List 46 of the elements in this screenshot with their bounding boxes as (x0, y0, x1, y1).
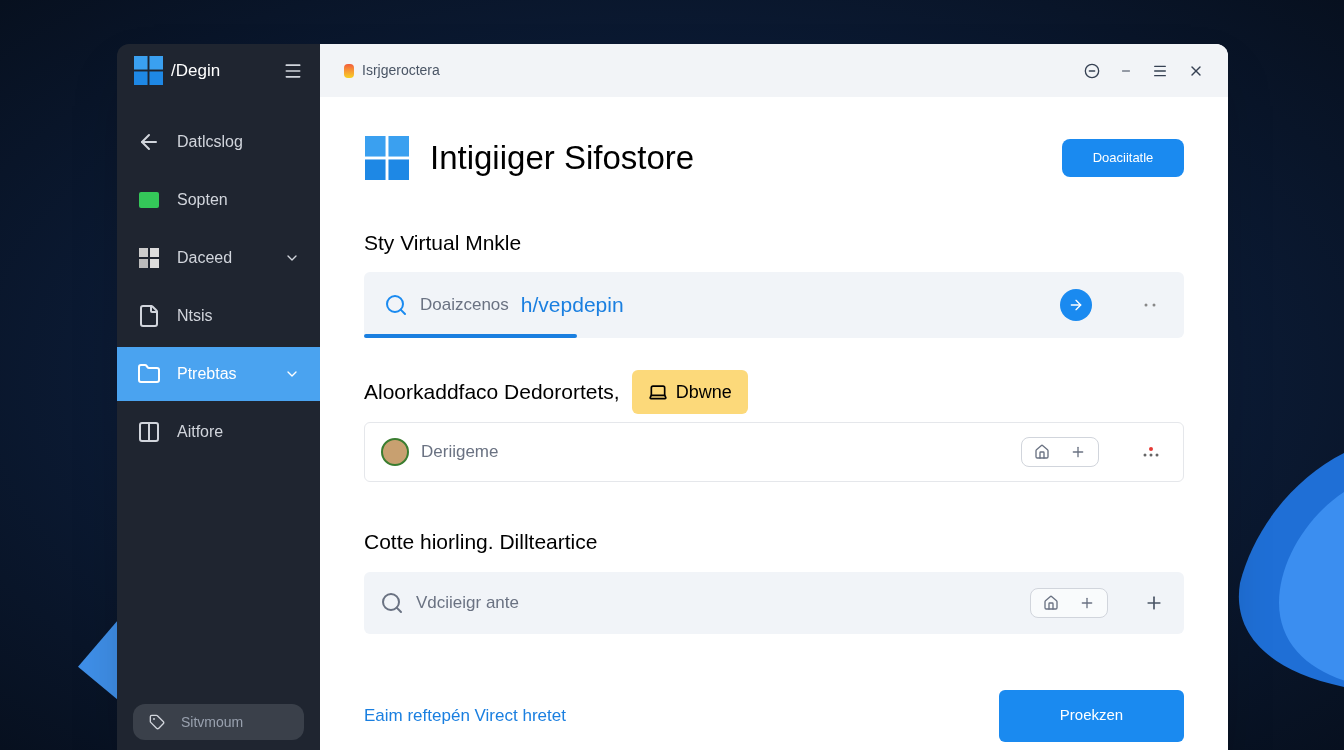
sidebar-item[interactable]: Aitfore (117, 405, 320, 459)
sidebar-item[interactable]: Daceed (117, 231, 320, 285)
arrow-icon (1068, 297, 1084, 313)
footer-link[interactable]: Eaim reftepén Virect hretet (364, 702, 999, 729)
folder-icon (137, 362, 161, 386)
columns-icon (137, 420, 161, 444)
primary-button[interactable]: Doaciitatle (1062, 138, 1184, 177)
row-label: Deriigeme (421, 441, 500, 464)
plus-icon (1070, 444, 1086, 460)
logo-icon (364, 135, 410, 180)
minimize-circle-icon[interactable] (1084, 62, 1100, 79)
search-icon (380, 590, 404, 615)
section-heading: Aloorkaddfaco Dedorortets, (364, 379, 620, 406)
window-title: Isrjgeroctera (362, 61, 441, 80)
section-heading: Sty Virtual Mnkle (364, 229, 523, 256)
status-badge: Dbwne (631, 370, 748, 414)
tag-icon (149, 714, 165, 730)
page-title: Intigiiger Sifostore (430, 138, 696, 178)
search-icon (384, 293, 408, 317)
section-heading: Cotte hiorling. Dillteartice (364, 529, 599, 555)
search-field[interactable]: Doaizcenos h/vepdepin (364, 272, 1184, 338)
filter-input[interactable]: Vdciieigr ante (416, 589, 1018, 616)
search-label: Doaizcenos (420, 294, 509, 317)
primary-button[interactable]: Proekzen (999, 689, 1184, 742)
grid-icon (137, 246, 161, 270)
dots-icon[interactable] (1143, 447, 1159, 457)
go-button[interactable] (1060, 289, 1092, 321)
sidebar-item[interactable]: Datlcslog (117, 115, 320, 169)
sidebar-item[interactable]: Ntsis (117, 289, 320, 343)
filter-field[interactable]: Vdciieigr ante (364, 571, 1184, 634)
list-row[interactable]: Deriigeme (364, 422, 1184, 482)
app-small-icon (344, 63, 354, 78)
sidebar-footer-button[interactable]: Sitvmoum (133, 704, 304, 740)
search-value: h/vepdepin (520, 292, 625, 319)
more-icon[interactable] (1144, 303, 1156, 307)
home-icon (1043, 594, 1059, 611)
action-pill[interactable] (1021, 437, 1099, 467)
sidebar-item[interactable]: Sopten (117, 173, 320, 227)
home-icon (1034, 444, 1050, 460)
app-title: /Degin (171, 59, 222, 82)
laptop-icon (647, 382, 668, 402)
sidebar-item[interactable]: Ptrebtas (117, 347, 320, 401)
action-pill[interactable] (1030, 587, 1108, 618)
logo-icon (134, 56, 163, 85)
document-icon (137, 304, 161, 328)
avatar (381, 438, 409, 466)
